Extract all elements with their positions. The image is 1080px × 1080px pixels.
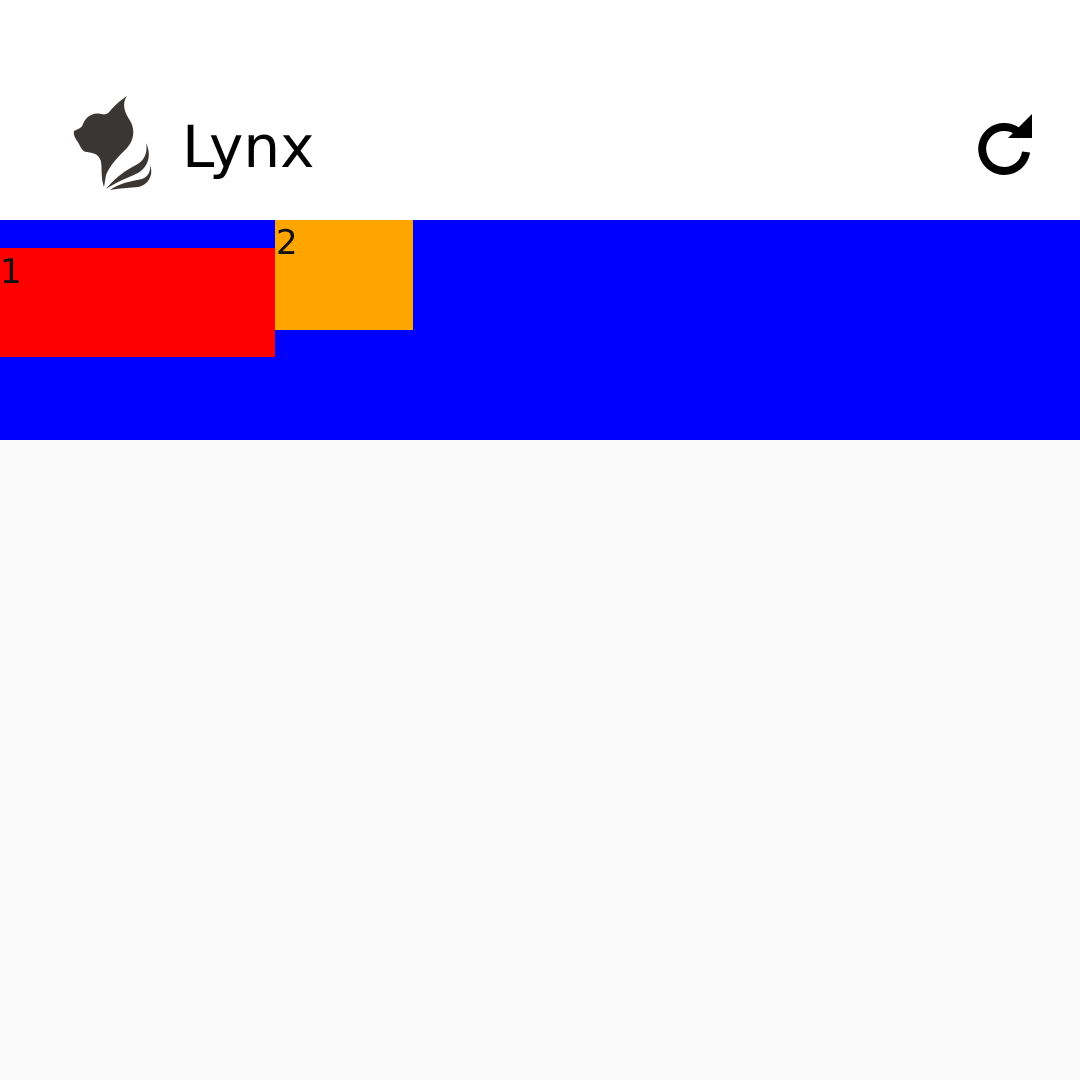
box-item-1-label: 1 xyxy=(0,252,22,292)
lynx-logo-icon xyxy=(73,96,152,190)
app-title: Lynx xyxy=(182,113,315,181)
content-container: 1 2 xyxy=(0,220,1080,440)
box-item-2: 2 xyxy=(275,220,413,330)
app-bar: Lynx xyxy=(0,0,1080,220)
box-item-1: 1 xyxy=(0,248,275,357)
reload-icon[interactable] xyxy=(966,108,1042,184)
box-item-2-label: 2 xyxy=(276,223,298,263)
